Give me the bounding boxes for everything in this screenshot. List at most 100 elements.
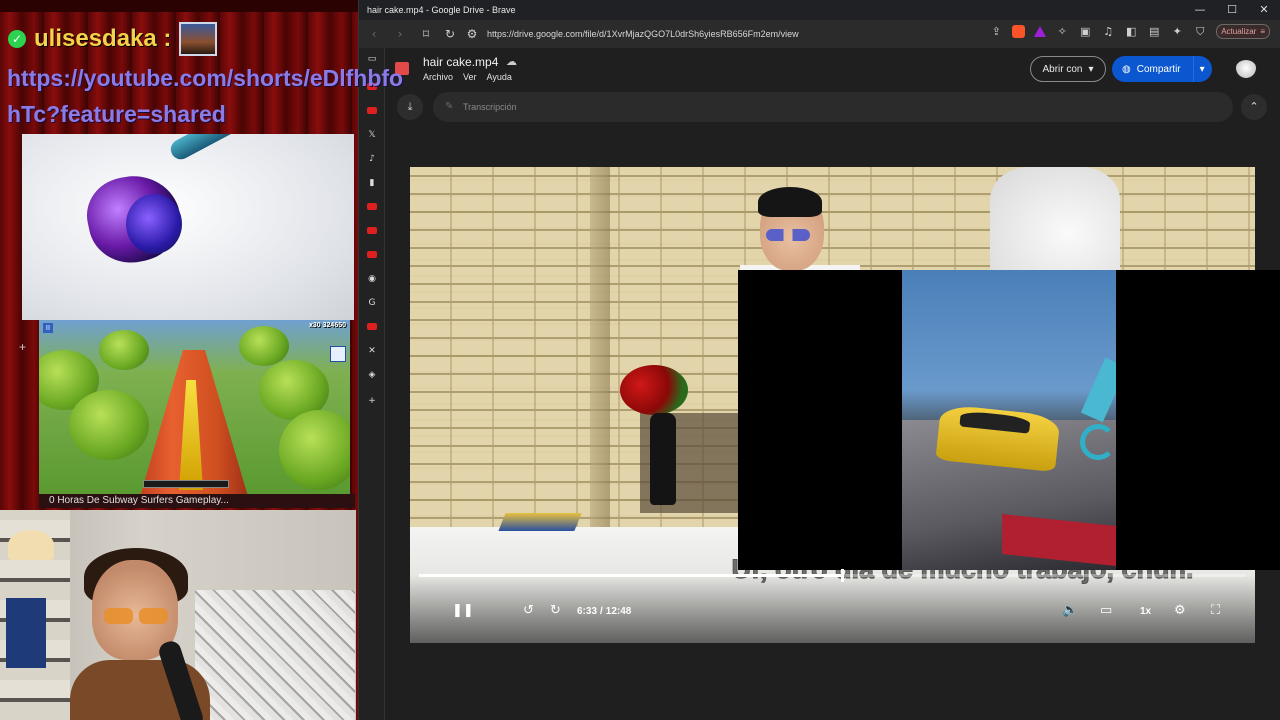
lamp [8, 530, 54, 560]
open-with-label: Abrir con [1042, 63, 1083, 75]
verified-check-icon: ✓ [8, 30, 26, 48]
saved-to-drive-icon[interactable]: ☁ [506, 55, 517, 68]
close-window-button[interactable]: ✕ [1248, 0, 1280, 20]
seek-bar-played [419, 574, 843, 577]
playback-speed[interactable]: 1x [1140, 606, 1151, 617]
blue-poster [6, 598, 46, 668]
man-in-white [990, 167, 1120, 277]
fullscreen-icon[interactable]: ⛶ [1211, 603, 1220, 618]
rewind-10-icon[interactable]: ↺ [523, 603, 534, 618]
reload-icon[interactable]: ↻ [443, 24, 457, 44]
window-controls: — ☐ ✕ [1184, 0, 1280, 20]
youtube-icon[interactable] [367, 322, 377, 332]
forward-icon[interactable]: › [393, 27, 407, 41]
vpn-icon[interactable]: ⛉ [1193, 25, 1207, 39]
drive-header: hair cake.mp4 ☁ Archivo Ver Ayuda Abrir … [385, 48, 1280, 92]
file-title: hair cake.mp4 [423, 55, 499, 69]
url-text[interactable]: https://drive.google.com/file/d/1XvrMjaz… [487, 24, 799, 44]
black-vase [650, 413, 676, 505]
site-settings-icon[interactable]: ⚙ [465, 24, 479, 44]
tree [99, 330, 149, 370]
brave-shields-icon[interactable] [1012, 25, 1026, 38]
current-time: 6:33 [577, 606, 598, 617]
open-with-button[interactable]: Abrir con ▾ [1030, 56, 1106, 82]
leo-ai-icon[interactable]: ✦ [1170, 25, 1184, 38]
analytics-icon[interactable]: ▮ [367, 178, 377, 188]
seek-bar[interactable] [419, 569, 1246, 582]
google-icon[interactable]: G [367, 298, 377, 308]
brave-rewards-icon[interactable] [1034, 26, 1047, 37]
youtube-icon[interactable] [367, 202, 377, 212]
bookmark-icon[interactable]: ⌑ [419, 27, 433, 41]
game-score-value: 324650 [322, 322, 346, 329]
address-bar[interactable]: ↻ ⚙ https://drive.google.com/file/d/1Xvr… [443, 24, 983, 44]
chef-glasses [766, 229, 810, 241]
screen: ✓ ulisesdaka : https://youtube.com/short… [0, 0, 1280, 720]
wallet-icon[interactable]: ▣ [1078, 25, 1092, 38]
youtube-icon[interactable] [367, 250, 377, 260]
time-display: 6:33/12:48 [577, 606, 631, 617]
tiktok-icon[interactable]: ♪ [367, 154, 377, 164]
volume-icon[interactable]: 🔈 [1062, 603, 1078, 618]
clip-caption: 0 Horas De Subway Surfers Gameplay... [39, 494, 355, 508]
settings-icon[interactable]: ⚙ [1174, 603, 1186, 618]
share-button[interactable]: ◍ Compartir ▾ [1112, 56, 1212, 82]
add-sidebar-item-icon[interactable]: + [367, 396, 377, 406]
player-controls: ❚❚ ↺ ↻ 6:33/12:48 🔈 ▭ 1x ⚙ ⛶ [410, 600, 1255, 626]
time-separator: / [600, 606, 603, 617]
update-label: Actualizar [1221, 27, 1257, 36]
forward-10-icon[interactable]: ↻ [550, 603, 561, 618]
streamer-webcam [0, 510, 356, 720]
caret-down-icon: ▾ [1088, 63, 1094, 75]
book [498, 513, 582, 531]
account-avatar[interactable] [1235, 60, 1257, 80]
transcript-bar: ⤓ ✎ Transcripción ⌃ [385, 92, 1280, 122]
back-icon[interactable]: ‹ [367, 27, 381, 41]
slime-blob-2 [126, 194, 182, 254]
browser-toolbar: ‹ › ⌑ ↻ ⚙ https://drive.google.com/file/… [359, 20, 1280, 48]
extensions-icon[interactable]: ✧ [1055, 25, 1069, 38]
chat-top-strip [0, 0, 360, 12]
youtube-icon[interactable] [367, 226, 377, 236]
share-caret-icon[interactable]: ▾ [1200, 64, 1205, 75]
pause-button[interactable]: ❚❚ [452, 603, 474, 618]
transcript-label: Transcripción [463, 102, 517, 112]
brave-icon[interactable]: ◈ [367, 370, 377, 380]
globe-icon: ◍ [1122, 63, 1131, 75]
tree [239, 326, 289, 366]
chef-hat [758, 187, 822, 217]
slime-stick [167, 134, 345, 163]
menu-ver[interactable]: Ver [463, 72, 477, 82]
roses [620, 365, 688, 415]
brave-sidebar: ▭ 𝕏 ♪ ▮ ◉ G ✕ ◈ + [359, 48, 385, 720]
subway-surfers-clip: II x30 324650 [39, 320, 350, 494]
racing-game-clip [902, 270, 1116, 570]
game-player-avatar [330, 346, 346, 362]
tabs-icon[interactable]: ▤ [1147, 25, 1161, 38]
blue-hoop [1080, 424, 1116, 460]
slime-video-clip [22, 134, 354, 320]
brave-news-icon[interactable]: ◉ [367, 274, 377, 284]
picture-in-picture-video[interactable] [738, 270, 1280, 570]
blue-rail [1080, 357, 1116, 423]
menu-archivo[interactable]: Archivo [423, 72, 453, 82]
orange-glasses [104, 608, 168, 624]
share-page-icon[interactable]: ⇪ [989, 25, 1003, 38]
chat-emote-avatar [179, 22, 218, 56]
captions-icon[interactable]: ▭ [1100, 603, 1112, 618]
update-button[interactable]: Actualizar ≡ [1216, 24, 1270, 39]
minimize-button[interactable]: — [1184, 0, 1216, 20]
seek-bar-knob[interactable] [841, 569, 845, 582]
wall-posters-right [195, 590, 355, 720]
toolbar-right: ⇪ ✧ ▣ ♫ ◧ ▤ ✦ ⛉ Actualizar ≡ [989, 24, 1270, 39]
plus-icon: + [19, 340, 27, 354]
maximize-button[interactable]: ☐ [1216, 0, 1248, 20]
game-score: x30 324650 [309, 322, 346, 329]
transcript-icon: ✎ [445, 101, 454, 112]
menu-ayuda[interactable]: Ayuda [487, 72, 512, 82]
close-icon[interactable]: ✕ [367, 346, 377, 356]
collapse-button[interactable]: ⌃ [1241, 94, 1267, 120]
sidebar-toggle-icon[interactable]: ◧ [1124, 25, 1138, 38]
media-icon[interactable]: ♫ [1101, 25, 1115, 38]
transcript-field[interactable]: ✎ Transcripción [433, 92, 1233, 122]
